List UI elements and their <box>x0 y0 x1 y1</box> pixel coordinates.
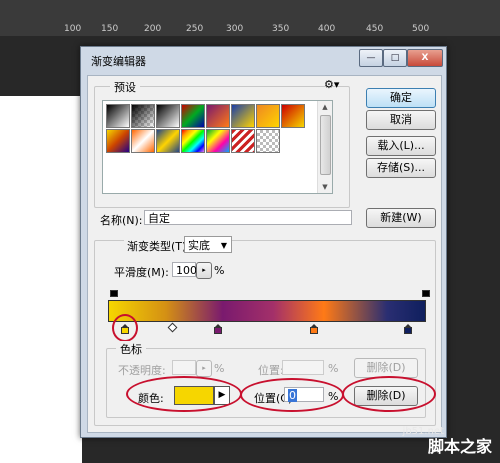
opacity-unit: % <box>214 362 225 375</box>
ruler-label: 300 <box>226 24 244 34</box>
ruler-label: 150 <box>101 24 119 34</box>
preset-list: ▲ ▼ <box>102 100 333 194</box>
preset-swatch[interactable] <box>256 104 280 128</box>
opacity-stepper: ▸ <box>196 360 212 377</box>
save-button[interactable]: 存储(S)... <box>366 158 436 178</box>
opacity-position-field <box>282 360 324 375</box>
preset-swatch[interactable] <box>131 129 155 153</box>
preset-swatch[interactable] <box>206 129 230 153</box>
gradient-type-label: 渐变类型(T): <box>124 238 194 254</box>
opacity-label: 不透明度: <box>118 364 166 377</box>
preset-scrollbar[interactable]: ▲ ▼ <box>317 101 332 193</box>
minimize-button[interactable]: — <box>359 49 383 67</box>
smoothness-label: 平滑度(M): <box>114 266 169 279</box>
title-bar[interactable]: 渐变编辑器 — □ X <box>81 47 446 75</box>
close-button[interactable]: X <box>407 49 443 67</box>
ruler-label: 400 <box>318 24 336 34</box>
dialog-title: 渐变编辑器 <box>91 55 146 68</box>
cancel-button[interactable]: 取消 <box>366 110 436 130</box>
opacity-position-unit: % <box>328 362 339 375</box>
chevron-down-icon: ▼ <box>220 241 227 250</box>
preset-swatch[interactable] <box>181 104 205 128</box>
color-stop[interactable] <box>310 324 318 334</box>
smoothness-stepper[interactable]: ▸ <box>196 262 212 279</box>
preset-swatch[interactable] <box>181 129 205 153</box>
delete-opacity-stop-button: 删除(D) <box>354 358 418 378</box>
preset-swatch[interactable] <box>231 104 255 128</box>
scroll-thumb[interactable] <box>320 115 331 175</box>
color-stops-legend: 色标 <box>116 341 146 357</box>
preset-swatch[interactable] <box>206 104 230 128</box>
gradient-type-select[interactable]: 实底 ▼ <box>184 236 232 253</box>
color-stop[interactable] <box>214 324 222 334</box>
preset-swatch[interactable] <box>231 129 255 153</box>
ruler-label: 500 <box>412 24 430 34</box>
annotation-ellipse <box>112 314 138 342</box>
annotation-ellipse <box>342 376 436 412</box>
ruler-label: 100 <box>64 24 82 34</box>
preset-swatch[interactable] <box>106 104 130 128</box>
presets-legend: 预设 <box>110 79 140 95</box>
gradient-preview-bar[interactable] <box>108 300 426 322</box>
dialog-client: 预设 ⚙▾ ▲ ▼ 确定 取消 载入(L)... 存储(S)... 名称(N):… <box>87 75 442 433</box>
opacity-stop[interactable] <box>422 290 430 299</box>
gradient-editor-dialog: 渐变编辑器 — □ X 预设 ⚙▾ ▲ ▼ 确定 取消 载入(L)... 存储(… <box>80 46 447 438</box>
preset-swatch[interactable] <box>156 104 180 128</box>
ruler-label: 350 <box>272 24 290 34</box>
scroll-down-icon[interactable]: ▼ <box>318 181 332 193</box>
ok-button[interactable]: 确定 <box>366 88 436 108</box>
maximize-button[interactable]: □ <box>383 49 407 67</box>
load-button[interactable]: 载入(L)... <box>366 136 436 156</box>
name-label: 名称(N): <box>100 214 143 227</box>
document-canvas <box>0 96 82 463</box>
ruler-label: 450 <box>366 24 384 34</box>
opacity-stop[interactable] <box>110 290 118 299</box>
color-stop[interactable] <box>404 324 412 334</box>
annotation-ellipse <box>240 378 344 412</box>
watermark-text: 脚本之家 <box>427 437 492 456</box>
name-field[interactable]: 自定 <box>144 210 352 225</box>
ruler-label: 250 <box>186 24 204 34</box>
gradient-type-value: 实底 <box>188 239 210 252</box>
preset-swatch[interactable] <box>106 129 130 153</box>
preset-swatch[interactable] <box>156 129 180 153</box>
ruler-label: 200 <box>144 24 162 34</box>
smoothness-unit: % <box>214 264 225 277</box>
gear-icon[interactable]: ⚙▾ <box>324 78 339 91</box>
annotation-ellipse <box>126 376 242 412</box>
new-button[interactable]: 新建(W) <box>366 208 436 228</box>
smoothness-field[interactable]: 100 <box>172 262 197 277</box>
preset-swatch[interactable] <box>256 129 280 153</box>
opacity-position-label: 位置: <box>258 364 284 377</box>
preset-swatch[interactable] <box>281 104 305 128</box>
preset-swatch[interactable] <box>281 129 305 153</box>
scroll-up-icon[interactable]: ▲ <box>318 101 332 113</box>
preset-swatch[interactable] <box>131 104 155 128</box>
opacity-field <box>172 360 196 375</box>
ruler: 100 150 200 250 300 350 400 450 500 <box>0 0 500 37</box>
